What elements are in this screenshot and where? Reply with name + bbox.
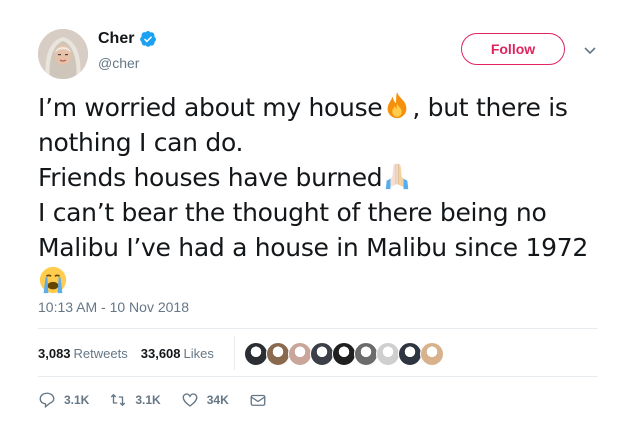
divider [38, 376, 598, 377]
tweet-card: Cher @cher Follow I’m worried about my h… [0, 0, 637, 432]
retweet-button[interactable]: 3.1K [109, 391, 161, 409]
folded-hands-emoji-icon [382, 160, 412, 190]
heart-icon [182, 393, 198, 407]
loudly-crying-face-emoji-icon [38, 265, 68, 295]
author-name-row: Cher [98, 30, 157, 48]
fire-emoji-icon [382, 90, 412, 120]
liker-avatar[interactable] [376, 342, 400, 366]
like-count: 34K [206, 393, 229, 407]
reply-count: 3.1K [64, 393, 90, 407]
tweet-line: I can’t bear the thought of there being … [38, 198, 547, 227]
tweet-stats: 3,083 Retweets 33,608 Likes [38, 340, 227, 366]
liker-avatar[interactable] [354, 342, 378, 366]
follow-button[interactable]: Follow [461, 33, 565, 65]
tweet-line: Malibu I’ve had a house in Malibu since … [38, 233, 588, 262]
tweet-text: I’m worried about my house , but there i… [38, 90, 608, 300]
tweet-text-segment: I’m worried about my house [38, 93, 383, 122]
author-name[interactable]: Cher [98, 30, 134, 48]
likes-stat[interactable]: 33,608 Likes [141, 346, 214, 361]
retweets-stat[interactable]: 3,083 Retweets [38, 346, 128, 361]
likes-count: 33,608 [140, 345, 181, 361]
tweet-text-segment: , but there is [412, 93, 568, 122]
liker-avatar[interactable] [266, 342, 290, 366]
liker-avatar[interactable] [420, 342, 444, 366]
envelope-icon [250, 394, 266, 406]
direct-message-button[interactable] [249, 391, 267, 409]
verified-badge-icon [139, 30, 157, 48]
reply-icon [39, 392, 55, 409]
tweet-line: I’m worried about my house , but there i… [38, 90, 608, 125]
tweet-line: Friends houses have burned [38, 160, 608, 195]
liker-avatars [244, 342, 444, 366]
author-handle[interactable]: @cher [98, 55, 139, 71]
avatar[interactable] [38, 29, 88, 79]
retweets-count: 3,083 [38, 345, 71, 361]
like-button[interactable]: 34K [181, 391, 229, 409]
retweet-icon [111, 394, 126, 406]
reply-button[interactable]: 3.1K [38, 391, 89, 409]
tweet-text-segment: Friends houses have burned [38, 163, 383, 192]
liker-avatar[interactable] [244, 342, 268, 366]
liker-avatar[interactable] [332, 342, 356, 366]
retweets-label: Retweets [73, 345, 128, 361]
liker-avatar[interactable] [398, 342, 422, 366]
stats-separator [234, 336, 235, 370]
likes-label: Likes [183, 345, 214, 361]
chevron-down-icon[interactable] [582, 42, 598, 58]
retweet-count: 3.1K [135, 393, 161, 407]
tweet-timestamp[interactable]: 10:13 AM - 10 Nov 2018 [38, 299, 189, 315]
divider [38, 328, 598, 329]
liker-avatar[interactable] [288, 342, 312, 366]
liker-avatar[interactable] [310, 342, 334, 366]
tweet-line [38, 265, 608, 300]
tweet-line: nothing I can do. [38, 128, 244, 157]
tweet-actions: 3.1K 3.1K 34K [38, 390, 287, 410]
